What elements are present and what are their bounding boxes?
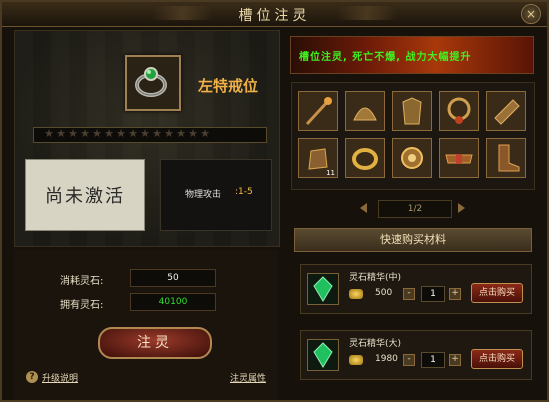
close-button[interactable]: × [521,4,541,24]
spirit-stone-icon [307,339,339,371]
owned-label: 拥有灵石: [60,300,104,311]
ring-icon [135,67,167,97]
buy-button[interactable]: 点击购买 [471,283,523,303]
buy-button[interactable]: 点击购买 [471,349,523,369]
slot-preview-panel: 左特戒位 ★ ★ ★ ★ ★ ★ ★ ★ ★ ★ ★ ★ ★ ★ 尚未激活 物理攻击 :1-5 [14,30,280,247]
star-icon: ★ [152,127,162,140]
promo-banner: 槽位注灵, 死亡不爆, 战力大幅提升 [290,36,534,74]
glove-icon[interactable]: 11 [298,138,338,178]
star-icon: ★ [104,127,114,140]
page-indicator: 1/2 [378,200,452,218]
star-icon: ★ [200,127,210,140]
star-icon: ★ [68,127,78,140]
star-icon: ★ [188,127,198,140]
equipment-grid: 11 [291,82,535,190]
item-price: 1980 [375,354,398,364]
decrease-quantity-button[interactable]: - [403,354,415,366]
window-title: 槽位注灵 [238,8,311,24]
activation-status: 尚未激活 [25,159,145,231]
slot-name: 左特戒位 [198,77,259,95]
attribute-value: :1-5 [235,187,253,197]
shop-item-medium: 灵石精华(中) 500 - 1 + 点击购买 [300,264,532,314]
star-icon: ★ [80,127,90,140]
quantity-input[interactable]: 1 [421,352,445,368]
banner-text: 槽位注灵, 死亡不爆, 战力大幅提升 [299,52,472,63]
star-icon: ★ [140,127,150,140]
spirit-stone-icon [307,273,339,305]
item-count-badge: 11 [326,169,335,177]
quantity-input[interactable]: 1 [421,286,445,302]
item-price: 500 [375,288,393,298]
help-icon[interactable]: ? [26,371,38,383]
star-icon: ★ [164,127,174,140]
upgrade-help-link[interactable]: 升级说明 [42,371,78,384]
star-icon: ★ [116,127,126,140]
cost-value: 50 [130,269,216,287]
amulet-icon[interactable] [392,138,432,178]
star-level-bar: ★ ★ ★ ★ ★ ★ ★ ★ ★ ★ ★ ★ ★ ★ [33,127,267,143]
star-icon: ★ [44,127,54,140]
ring-gold-icon[interactable] [345,138,385,178]
item-name: 灵石精华(大) [349,339,402,349]
boots-icon[interactable] [486,138,526,178]
belt-icon[interactable] [439,138,479,178]
bracer-icon[interactable] [486,91,526,131]
star-row: ★ ★ ★ ★ ★ ★ ★ ★ ★ ★ ★ ★ ★ ★ [44,128,210,140]
owned-value: 40100 [130,293,216,311]
title-ornament-right [337,6,397,20]
weapon-staff-icon[interactable] [298,91,338,131]
prev-page-button[interactable] [360,203,367,213]
next-page-button[interactable] [458,203,465,213]
cost-label: 消耗灵石: [60,276,104,287]
slot-frame[interactable] [125,55,181,111]
quick-buy-header: 快速购买材料 [294,228,532,252]
star-icon: ★ [92,127,102,140]
inject-button[interactable]: 注灵 [98,327,212,359]
increase-quantity-button[interactable]: + [449,288,461,300]
star-icon: ★ [176,127,186,140]
gold-ingot-icon [349,355,363,365]
necklace-icon[interactable] [439,91,479,131]
attribute-label: 物理攻击 [185,190,222,200]
increase-quantity-button[interactable]: + [449,354,461,366]
attribute-box: 物理攻击 :1-5 [160,159,272,231]
slot-injection-window: 槽位注灵 × 左特戒位 ★ ★ ★ ★ ★ ★ ★ ★ ★ ★ ★ ★ ★ ★ 尚未激活 物理攻击 :1-… [0,0,549,402]
item-name: 灵石精华(中) [349,273,402,283]
helmet-icon[interactable] [345,91,385,131]
attribute-info-link[interactable]: 注灵属性 [230,371,266,384]
star-icon: ★ [128,127,138,140]
inactive-label: 尚未激活 [45,186,125,207]
title-bar[interactable]: 槽位注灵 × [2,2,547,27]
gold-ingot-icon [349,289,363,299]
decrease-quantity-button[interactable]: - [403,288,415,300]
shop-item-large: 灵石精华(大) 1980 - 1 + 点击购买 [300,330,532,380]
armor-icon[interactable] [392,91,432,131]
star-icon: ★ [56,127,66,140]
